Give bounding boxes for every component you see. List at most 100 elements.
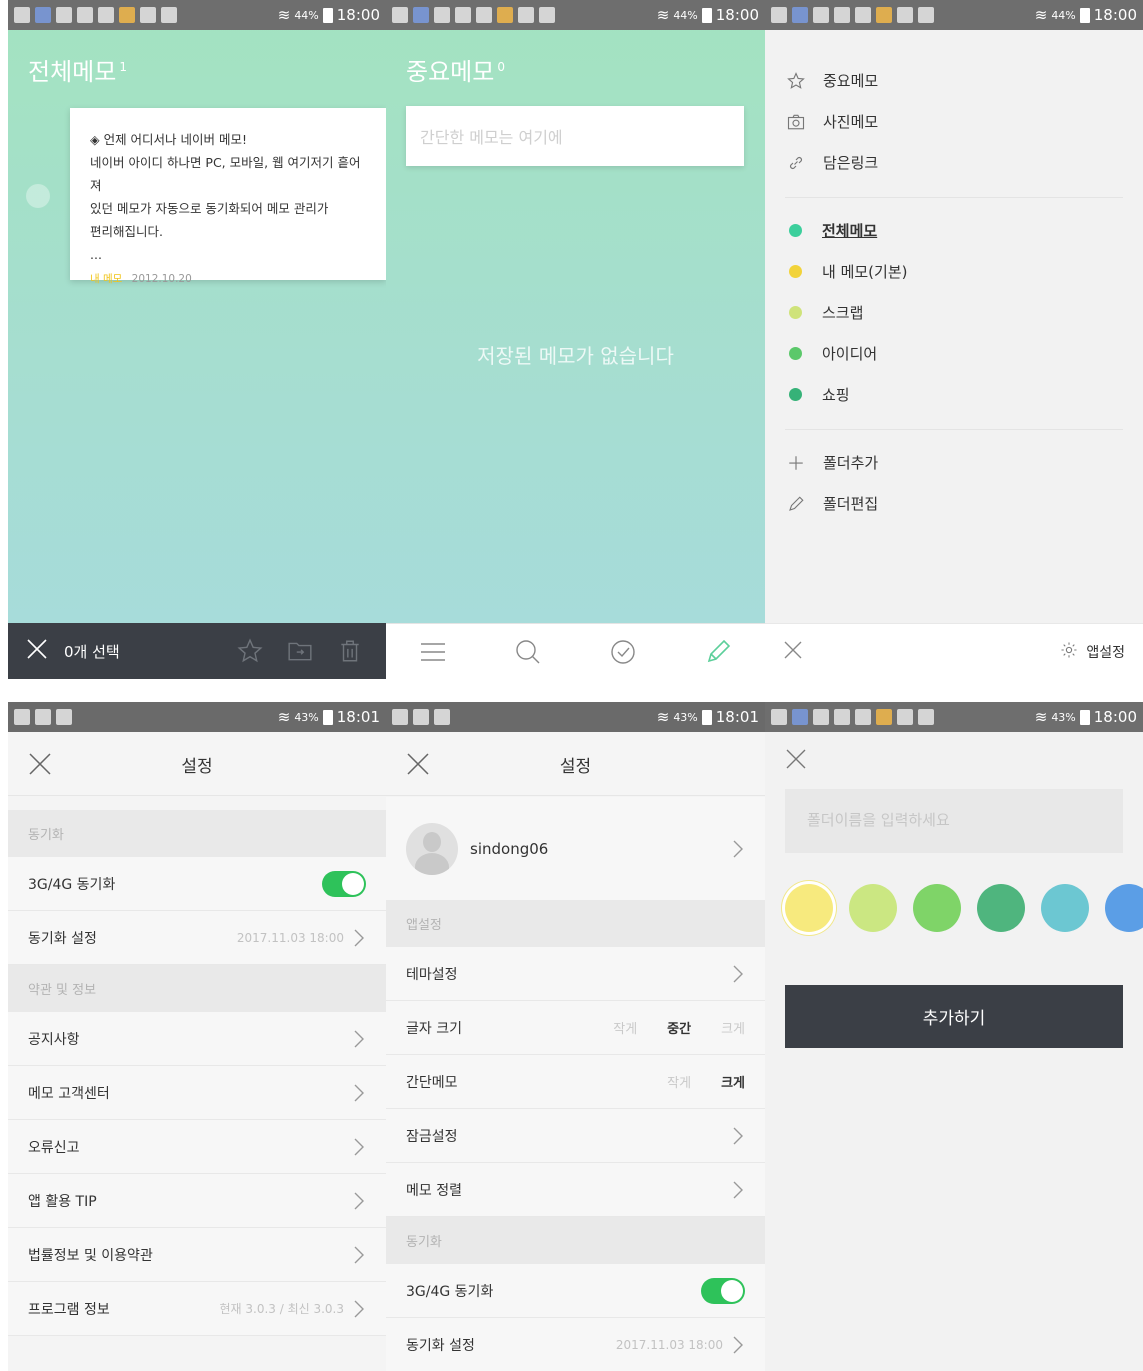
pencil-icon <box>785 493 807 515</box>
notification-icon <box>771 709 787 725</box>
tips-row[interactable]: 앱 활용 TIP <box>8 1174 386 1228</box>
notification-icon <box>14 7 30 23</box>
notification-icon <box>98 7 114 23</box>
divider <box>785 197 1123 198</box>
status-bar: ≋ 43% 18:00 <box>765 702 1143 732</box>
quick-memo-small-option[interactable]: 작게 <box>667 1072 691 1091</box>
wifi-icon: ≋ <box>1034 6 1048 24</box>
battery-icon <box>322 709 333 725</box>
account-row[interactable]: sindong06 <box>386 797 765 900</box>
check-icon[interactable] <box>603 632 643 672</box>
notification-icon <box>161 7 177 23</box>
folder-color-dot <box>789 224 802 237</box>
wifi-icon: ≋ <box>1034 708 1048 726</box>
font-size-medium-option[interactable]: 중간 <box>667 1018 691 1037</box>
plus-icon <box>785 452 807 474</box>
star-icon[interactable] <box>232 633 268 669</box>
notification-icon <box>476 7 492 23</box>
folder-name-input[interactable]: 폴더이름을 입력하세요 <box>785 789 1123 853</box>
add-folder-button[interactable]: 폴더추가 <box>785 442 1123 483</box>
color-swatch-green[interactable] <box>913 884 961 932</box>
memo-line: ... <box>90 247 102 262</box>
drawer-item-important[interactable]: 중요메모 <box>785 60 1123 101</box>
row-label: 잠금설정 <box>406 1128 458 1145</box>
bug-report-row[interactable]: 오류신고 <box>8 1120 386 1174</box>
close-icon[interactable] <box>26 638 48 664</box>
menu-icon[interactable] <box>413 632 453 672</box>
font-size-small-option[interactable]: 작게 <box>613 1018 637 1037</box>
row-label: 동기화 설정 <box>28 930 97 947</box>
move-folder-icon[interactable] <box>282 633 318 669</box>
chevron-right-icon <box>354 1030 364 1047</box>
help-center-row[interactable]: 메모 고객센터 <box>8 1066 386 1120</box>
theme-row[interactable]: 테마설정 <box>386 947 765 1001</box>
folder-item-my-memo[interactable]: 내 메모(기본) <box>785 251 1123 292</box>
status-bar: ≋ 43% 18:01 <box>8 702 386 732</box>
row-label: 간단메모 <box>406 1074 458 1091</box>
folder-item-all[interactable]: 전체메모 <box>785 210 1123 251</box>
color-swatch-blue[interactable] <box>1105 884 1143 932</box>
notification-icon <box>35 709 51 725</box>
lock-row[interactable]: 잠금설정 <box>386 1109 765 1163</box>
close-icon[interactable] <box>785 748 807 770</box>
battery-percent: 43% <box>294 710 319 724</box>
legal-row[interactable]: 법률정보 및 이용약관 <box>8 1228 386 1282</box>
color-swatch-teal[interactable] <box>977 884 1025 932</box>
drawer-item-links[interactable]: 담은링크 <box>785 142 1123 183</box>
color-swatch-yellow[interactable] <box>785 884 833 932</box>
status-bar: ≋ 43% 18:01 <box>386 702 765 732</box>
trash-icon[interactable] <box>332 633 368 669</box>
selection-bar: 0개 선택 <box>8 623 386 679</box>
empty-message: 저장된 메모가 없습니다 <box>477 344 674 368</box>
notification-icon <box>497 7 513 23</box>
chevron-right-icon <box>354 1192 364 1209</box>
notification-icon <box>918 709 934 725</box>
quick-memo-large-option[interactable]: 크게 <box>721 1072 745 1091</box>
sync-toggle[interactable] <box>701 1277 745 1304</box>
chevron-right-icon <box>733 1336 743 1353</box>
search-icon[interactable] <box>508 632 548 672</box>
program-info-row[interactable]: 프로그램 정보 현재 3.0.3 / 최신 3.0.3 <box>8 1282 386 1336</box>
page-title-text: 중요메모 <box>406 58 495 86</box>
sync-3g4g-row: 3G/4G 동기화 <box>8 857 386 911</box>
color-swatch-lime[interactable] <box>849 884 897 932</box>
chevron-right-icon <box>733 1127 743 1144</box>
quick-memo-input[interactable]: 간단한 메모는 여기에 <box>406 106 744 166</box>
notice-row[interactable]: 공지사항 <box>8 1012 386 1066</box>
row-label: 앱 활용 TIP <box>28 1193 97 1210</box>
folder-item-scrap[interactable]: 스크랩 <box>785 292 1123 333</box>
memo-card[interactable]: ◈ 언제 어디서나 네이버 메모! 네이버 아이디 하나면 PC, 모바일, 웹… <box>70 108 386 285</box>
folder-item-shopping[interactable]: 쇼핑 <box>785 374 1123 415</box>
drawer-menu: 중요메모 사진메모 담은링크 전체메모 내 메모(기본) 스크랩 아이디어 쇼핑… <box>785 60 1123 524</box>
folder-color-dot <box>789 306 802 319</box>
pencil-icon[interactable] <box>698 632 738 672</box>
edit-folder-button[interactable]: 폴더편집 <box>785 483 1123 524</box>
select-dot[interactable] <box>26 184 50 208</box>
sync-toggle[interactable] <box>322 870 366 897</box>
sort-row[interactable]: 메모 정렬 <box>386 1163 765 1217</box>
add-folder-submit-button[interactable]: 추가하기 <box>785 985 1123 1048</box>
folder-item-idea[interactable]: 아이디어 <box>785 333 1123 374</box>
chevron-right-icon <box>733 840 743 857</box>
notification-icon <box>813 7 829 23</box>
clock: 18:00 <box>1093 708 1137 726</box>
font-size-large-option[interactable]: 크게 <box>721 1018 745 1037</box>
wifi-icon: ≋ <box>656 6 670 24</box>
app-settings-button[interactable]: 앱설정 <box>1060 641 1125 663</box>
section-header: 약관 및 정보 <box>8 965 386 1012</box>
sync-setting-row[interactable]: 동기화 설정 2017.11.03 18:00 <box>8 911 386 965</box>
color-swatch-cyan[interactable] <box>1041 884 1089 932</box>
wifi-icon: ≋ <box>656 708 670 726</box>
battery-percent: 44% <box>1051 8 1076 22</box>
memo-folder: 내 메모 <box>90 273 123 285</box>
sync-setting-row[interactable]: 동기화 설정 2017.11.03 18:00 <box>386 1318 765 1371</box>
close-icon[interactable] <box>783 640 803 664</box>
row-label: 글자 크기 <box>406 1020 462 1037</box>
notification-icon <box>876 7 892 23</box>
row-value: 2017.11.03 18:00 <box>236 930 344 945</box>
drawer-item-photo[interactable]: 사진메모 <box>785 101 1123 142</box>
notification-icon <box>413 709 429 725</box>
section-header: 앱설정 <box>386 900 765 947</box>
drawer-footer: 앱설정 <box>765 623 1143 679</box>
chevron-right-icon <box>733 965 743 982</box>
